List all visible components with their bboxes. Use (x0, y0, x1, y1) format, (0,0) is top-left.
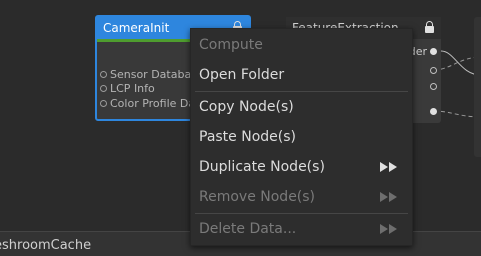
menu-item-open-folder[interactable]: Open Folder (191, 60, 412, 90)
lock-icon[interactable] (425, 21, 434, 33)
offscreen-node[interactable] (474, 17, 481, 157)
status-bar-text: eshroomCache (0, 238, 92, 253)
port-icon[interactable] (100, 85, 107, 93)
submenu-arrow-icon (380, 224, 397, 234)
menu-item-remove-nodes[interactable]: Remove Node(s) (191, 182, 412, 212)
menu-item-paste-nodes[interactable]: Paste Node(s) (191, 122, 412, 152)
port-icon[interactable] (430, 67, 437, 74)
port-icon[interactable] (430, 48, 437, 55)
port-icon[interactable] (100, 70, 107, 78)
menu-item-delete-data[interactable]: Delete Data... (191, 214, 412, 244)
port-icon[interactable] (100, 99, 107, 107)
submenu-arrow-icon (380, 162, 397, 172)
context-menu: Compute Open Folder Copy Node(s) Paste N… (190, 28, 413, 246)
submenu-arrow-icon (380, 192, 397, 202)
port-icon[interactable] (430, 108, 437, 115)
camerainit-node-title: CameraInit (103, 21, 170, 35)
menu-item-duplicate-nodes[interactable]: Duplicate Node(s) (191, 152, 412, 182)
menu-item-copy-nodes[interactable]: Copy Node(s) (191, 92, 412, 122)
port-icon[interactable] (430, 83, 437, 90)
menu-item-compute[interactable]: Compute (191, 30, 412, 60)
